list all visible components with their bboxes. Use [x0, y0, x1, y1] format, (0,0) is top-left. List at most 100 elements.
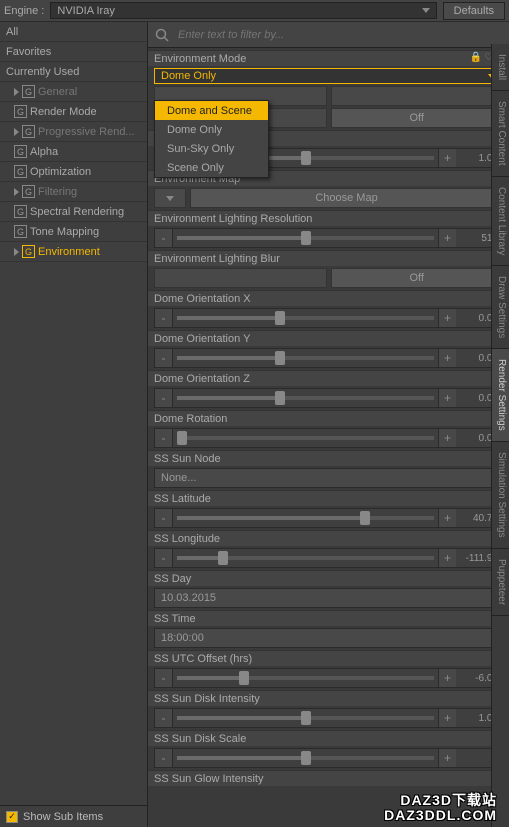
g-icon: G — [22, 85, 35, 98]
slider[interactable]: -+0.00 — [154, 348, 503, 368]
slider[interactable]: -+512 — [154, 228, 503, 248]
sidebar-item[interactable]: GOptimization — [0, 162, 147, 182]
minus-button[interactable]: - — [155, 749, 173, 767]
right-tab[interactable]: Content Library — [492, 177, 509, 266]
plus-button[interactable]: + — [438, 709, 456, 727]
env-mode-value: Dome Only — [161, 70, 216, 82]
text-field[interactable]: 10.03.2015 — [154, 588, 503, 608]
show-sub-items[interactable]: ✓ Show Sub Items — [0, 805, 147, 827]
param-title: SS Sun Disk Intensity — [154, 693, 260, 705]
choose-button[interactable]: Choose Map — [190, 188, 503, 208]
slider[interactable]: -+-6.00 — [154, 668, 503, 688]
slider-track[interactable] — [177, 436, 434, 440]
minus-button[interactable]: - — [155, 429, 173, 447]
sidebar-item[interactable]: Currently Used — [0, 62, 147, 82]
g-icon: G — [14, 105, 27, 118]
text-field[interactable]: None... — [154, 468, 503, 488]
sidebar-item[interactable]: GRender Mode — [0, 102, 147, 122]
sidebar-item[interactable]: GProgressive Rend... — [0, 122, 147, 142]
slider[interactable]: -+0.00 — [154, 388, 503, 408]
slider-track[interactable] — [177, 396, 434, 400]
content-panel: Environment Mode 🔒 ♡ ⚙ Dome Only OffEnvi… — [148, 22, 509, 827]
slider[interactable]: -+40.76 — [154, 508, 503, 528]
sidebar-item[interactable]: Favorites — [0, 42, 147, 62]
sidebar-item[interactable]: GTone Mapping — [0, 222, 147, 242]
slider-track[interactable] — [177, 516, 434, 520]
param-title: SS UTC Offset (hrs) — [154, 653, 252, 665]
minus-button[interactable]: - — [155, 669, 173, 687]
sidebar-item-label: Optimization — [30, 166, 91, 178]
menu-item[interactable]: Sun-Sky Only — [155, 139, 268, 158]
plus-button[interactable]: + — [438, 349, 456, 367]
right-tab[interactable]: Simulation Settings — [492, 442, 509, 549]
sidebar-item-label: Render Mode — [30, 106, 97, 118]
param-header: SS Longitude⚙ — [148, 530, 509, 546]
plus-button[interactable]: + — [438, 149, 456, 167]
engine-select[interactable]: NVIDIA Iray — [50, 2, 436, 19]
sidebar-item-label: General — [38, 86, 77, 98]
map-menu-button[interactable] — [154, 188, 186, 208]
slider[interactable]: -+0.00 — [154, 308, 503, 328]
slider-track[interactable] — [177, 676, 434, 680]
plus-button[interactable]: + — [438, 669, 456, 687]
g-icon: G — [22, 185, 35, 198]
search-input[interactable] — [176, 27, 503, 43]
param-header: SS Sun Glow Intensity⚙ — [148, 770, 509, 786]
sidebar-item[interactable]: GAlpha — [0, 142, 147, 162]
slider[interactable]: -+-111.90 — [154, 548, 503, 568]
slider-track[interactable] — [177, 356, 434, 360]
minus-button[interactable]: - — [155, 309, 173, 327]
plus-button[interactable]: + — [438, 389, 456, 407]
slider-track[interactable] — [177, 316, 434, 320]
right-tab[interactable]: Puppeteer — [492, 549, 509, 616]
slider[interactable]: -+ — [154, 748, 503, 768]
param-title: SS Time — [154, 613, 196, 625]
plus-button[interactable]: + — [438, 309, 456, 327]
text-field[interactable]: 18:00:00 — [154, 628, 503, 648]
sidebar-item[interactable]: GGeneral — [0, 82, 147, 102]
param-header: Dome Orientation Y⚙ — [148, 330, 509, 346]
env-mode-dropdown[interactable]: Dome Only — [154, 68, 503, 84]
slider[interactable]: -+0.00 — [154, 428, 503, 448]
toggle-option[interactable]: Off — [331, 268, 504, 288]
slider[interactable]: -+1.00 — [154, 708, 503, 728]
toggle-option[interactable] — [331, 86, 504, 106]
sidebar-item[interactable]: GSpectral Rendering — [0, 202, 147, 222]
defaults-button[interactable]: Defaults — [443, 2, 505, 20]
scroll-area[interactable]: Environment Mode 🔒 ♡ ⚙ Dome Only OffEnvi… — [148, 48, 509, 827]
minus-button[interactable]: - — [155, 389, 173, 407]
search-icon[interactable] — [154, 27, 170, 43]
plus-button[interactable]: + — [438, 429, 456, 447]
slider-track[interactable] — [177, 236, 434, 240]
sidebar-item[interactable]: GFiltering — [0, 182, 147, 202]
right-tab[interactable]: Smart Content — [492, 91, 509, 176]
minus-button[interactable]: - — [155, 229, 173, 247]
right-tab[interactable]: Draw Settings — [492, 266, 509, 349]
menu-item[interactable]: Dome Only — [155, 120, 268, 139]
minus-button[interactable]: - — [155, 349, 173, 367]
toggle-option[interactable] — [154, 268, 327, 288]
slider-track[interactable] — [177, 756, 434, 760]
sidebar-item-label: Progressive Rend... — [38, 126, 135, 138]
lock-icon[interactable]: 🔒 — [470, 52, 482, 65]
right-tab[interactable]: Render Settings — [492, 349, 509, 442]
menu-item[interactable]: Scene Only — [155, 158, 268, 177]
sidebar-item[interactable]: All — [0, 22, 147, 42]
sidebar-item[interactable]: GEnvironment — [0, 242, 147, 262]
plus-button[interactable]: + — [438, 509, 456, 527]
slider-track[interactable] — [177, 716, 434, 720]
g-icon: G — [14, 145, 27, 158]
param-title: SS Sun Disk Scale — [154, 733, 246, 745]
plus-button[interactable]: + — [438, 229, 456, 247]
plus-button[interactable]: + — [438, 549, 456, 567]
slider-track[interactable] — [177, 556, 434, 560]
param-header: SS UTC Offset (hrs)⚙ — [148, 650, 509, 666]
right-tab[interactable]: Install — [492, 44, 509, 91]
menu-item[interactable]: Dome and Scene — [155, 101, 268, 120]
plus-button[interactable]: + — [438, 749, 456, 767]
minus-button[interactable]: - — [155, 709, 173, 727]
minus-button[interactable]: - — [155, 509, 173, 527]
toggle-option[interactable]: Off — [331, 108, 504, 128]
minus-button[interactable]: - — [155, 549, 173, 567]
env-mode-menu: Dome and SceneDome OnlySun-Sky OnlyScene… — [154, 100, 269, 178]
